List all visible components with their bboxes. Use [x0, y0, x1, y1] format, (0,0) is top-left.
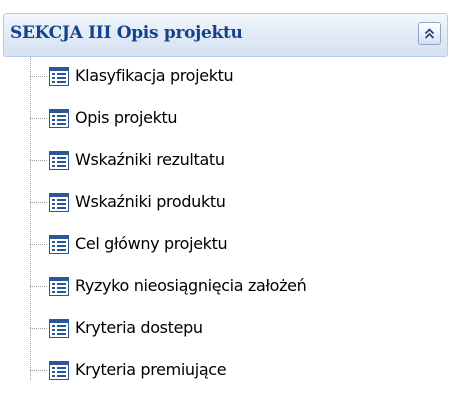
tree-connector-branch: [30, 76, 47, 77]
section-panel: SEKCJA III Opis projektu Klasyfikacja pr…: [0, 0, 451, 394]
tree-item-label: Opis projektu: [75, 108, 178, 127]
form-document-icon: [49, 277, 69, 296]
form-document-icon: [49, 361, 69, 380]
tree-item-label: Kryteria dostepu: [75, 318, 203, 337]
double-chevron-up-icon: [424, 28, 435, 39]
tree-item[interactable]: Kryteria premiujące: [30, 359, 430, 383]
tree-connector-branch: [30, 370, 47, 371]
section-title: SEKCJA III Opis projektu: [10, 23, 243, 43]
form-document-icon: [49, 235, 69, 254]
tree-item-label: Kryteria premiujące: [75, 360, 227, 379]
tree-item[interactable]: Klasyfikacja projektu: [30, 65, 430, 89]
tree-item-label: Wskaźniki rezultatu: [75, 150, 225, 169]
section-tree: Klasyfikacja projektu Opis projektu Wskaźn…: [0, 57, 451, 394]
section-header[interactable]: SEKCJA III Opis projektu: [3, 13, 448, 57]
tree-connector-branch: [30, 118, 47, 119]
form-document-icon: [49, 67, 69, 86]
tree-connector-branch: [30, 328, 47, 329]
tree-item-label: Klasyfikacja projektu: [75, 66, 234, 85]
collapse-button[interactable]: [418, 22, 441, 45]
tree-item[interactable]: Kryteria dostepu: [30, 317, 430, 341]
tree-item[interactable]: Wskaźniki produktu: [30, 191, 430, 215]
tree-item[interactable]: Cel główny projektu: [30, 233, 430, 257]
tree-connector-branch: [30, 244, 47, 245]
form-document-icon: [49, 151, 69, 170]
tree-item[interactable]: Ryzyko nieosiągnięcia założeń: [30, 275, 430, 299]
tree-connector-branch: [30, 286, 47, 287]
form-document-icon: [49, 193, 69, 212]
tree-connector-branch: [30, 202, 47, 203]
form-document-icon: [49, 319, 69, 338]
tree-item-label: Cel główny projektu: [75, 234, 228, 253]
tree-item-label: Wskaźniki produktu: [75, 192, 226, 211]
tree-item[interactable]: Wskaźniki rezultatu: [30, 149, 430, 173]
tree-item-label: Ryzyko nieosiągnięcia założeń: [75, 276, 307, 295]
form-document-icon: [49, 109, 69, 128]
tree-item[interactable]: Opis projektu: [30, 107, 430, 131]
tree-connector-branch: [30, 160, 47, 161]
